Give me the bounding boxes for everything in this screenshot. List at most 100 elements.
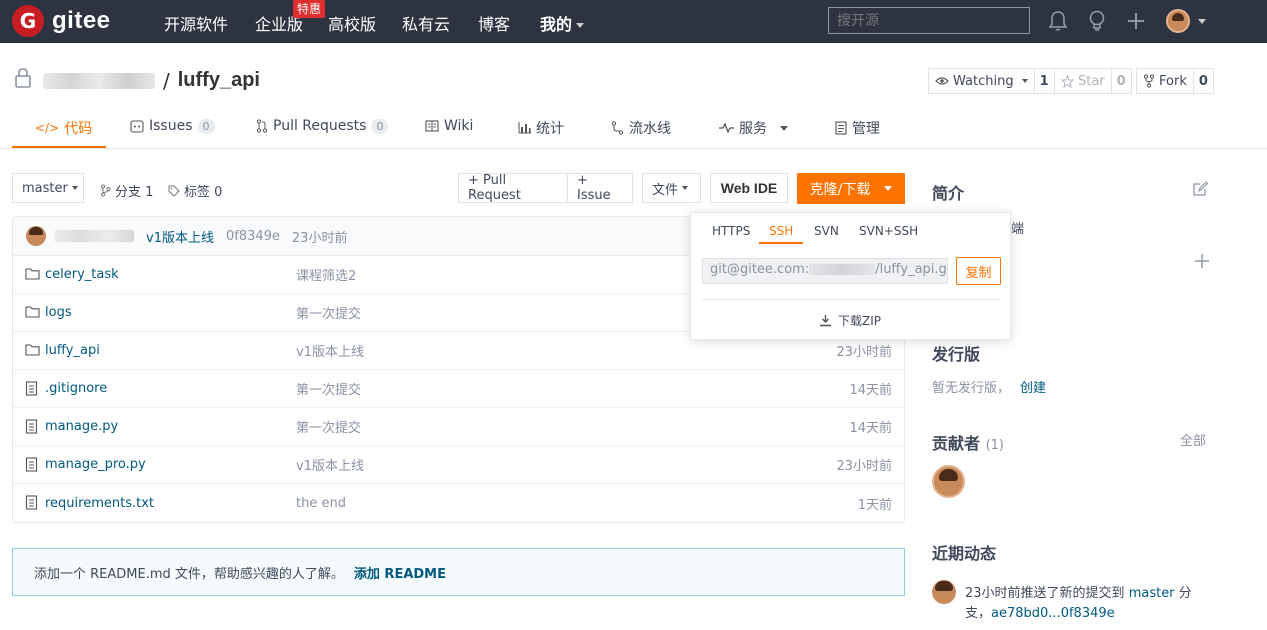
file-commit-message[interactable]: 第一次提交 <box>296 417 361 436</box>
chevron-down-icon <box>1021 79 1028 83</box>
file-commit-message[interactable]: v1版本上线 <box>296 455 364 474</box>
tab-pipeline-label: 流水线 <box>629 121 671 137</box>
nav-mine[interactable]: 我的 <box>540 11 585 35</box>
nav-blog[interactable]: 博客 <box>478 11 510 35</box>
lightbulb-icon[interactable] <box>1087 10 1107 36</box>
activity-branch-suffix: 分 <box>1178 586 1192 601</box>
avatar[interactable] <box>932 580 956 604</box>
nav-private-cloud[interactable]: 私有云 <box>402 11 450 35</box>
file-menu-button[interactable]: 文件 <box>642 173 701 203</box>
chevron-down-icon[interactable] <box>1198 19 1206 24</box>
nav-education[interactable]: 高校版 <box>328 11 376 35</box>
search-input[interactable] <box>828 7 1030 34</box>
tab-services-label: 服务 <box>739 121 767 137</box>
file-commit-message[interactable]: 第一次提交 <box>296 379 361 398</box>
watch-button[interactable]: Watching 1 <box>928 68 1055 94</box>
file-commit-message[interactable]: v1版本上线 <box>296 341 364 360</box>
table-row[interactable]: manage_pro.py v1版本上线 23小时前 <box>13 446 904 484</box>
edit-icon[interactable] <box>1193 181 1209 200</box>
tab-pipeline[interactable]: 流水线 <box>611 118 671 138</box>
no-releases-text: 暂无发行版， <box>932 381 1011 396</box>
clone-tab-https[interactable]: HTTPS <box>712 224 750 238</box>
gitee-logo[interactable]: G gitee <box>12 5 111 37</box>
tab-issues[interactable]: Issues 0 <box>130 118 215 134</box>
manage-icon <box>835 121 847 135</box>
file-name[interactable]: manage_pro.py <box>45 457 146 472</box>
tab-code-label: 代码 <box>64 121 93 137</box>
file-icon <box>25 495 38 510</box>
table-row[interactable]: manage.py 第一次提交 14天前 <box>13 408 904 446</box>
gitee-logo-text: gitee <box>52 7 111 34</box>
tab-manage-label: 管理 <box>852 121 880 137</box>
new-issue-button[interactable]: + Issue <box>567 173 633 203</box>
plus-icon[interactable] <box>1195 254 1209 272</box>
file-name[interactable]: manage.py <box>45 419 118 434</box>
repo-owner-redacted[interactable] <box>43 72 155 89</box>
tab-manage[interactable]: 管理 <box>835 118 880 138</box>
activity-commits-link[interactable]: ae78bd0...0f8349e <box>991 606 1115 621</box>
file-commit-message[interactable]: 课程筛选2 <box>296 265 356 284</box>
file-name[interactable]: logs <box>45 305 72 320</box>
plus-icon[interactable] <box>1126 10 1146 36</box>
bell-icon[interactable] <box>1048 10 1068 36</box>
star-button[interactable]: Star 0 <box>1054 68 1132 94</box>
branch-select[interactable]: master <box>12 173 84 203</box>
file-time: 23小时前 <box>836 459 892 474</box>
file-commit-message[interactable]: 第一次提交 <box>296 303 361 322</box>
tab-code[interactable]: </> 代码 <box>35 118 92 138</box>
file-icon <box>25 457 38 472</box>
star-count[interactable]: 0 <box>1110 69 1131 93</box>
download-zip-button[interactable]: 下载ZIP <box>819 312 881 329</box>
promo-badge: 特惠 <box>293 0 326 18</box>
web-ide-button[interactable]: Web IDE <box>710 173 788 203</box>
clone-tab-svn[interactable]: SVN <box>814 224 839 238</box>
issues-count: 0 <box>197 118 215 134</box>
tab-wiki[interactable]: Wiki <box>425 118 473 134</box>
tab-pull-requests[interactable]: Pull Requests 0 <box>256 118 389 134</box>
file-commit-message[interactable]: the end <box>296 496 346 511</box>
commit-hash[interactable]: 0f8349e <box>226 229 280 244</box>
create-release-link[interactable]: 创建 <box>1020 377 1046 396</box>
clone-download-button[interactable]: 克隆/下载 <box>797 173 905 204</box>
file-name[interactable]: .gitignore <box>45 381 107 396</box>
fork-count[interactable]: 0 <box>1192 69 1213 93</box>
table-row[interactable]: .gitignore 第一次提交 14天前 <box>13 370 904 408</box>
chevron-down-icon <box>780 125 788 131</box>
folder-icon <box>25 268 40 280</box>
tags-link[interactable]: 标签 0 <box>168 181 222 200</box>
copy-button[interactable]: 复制 <box>956 257 1001 285</box>
clone-url-field[interactable]: git@gitee.com: /luffy_api.g <box>702 258 948 284</box>
star-label: Star <box>1078 73 1105 89</box>
clone-dropdown: HTTPS SSH SVN SVN+SSH git@gitee.com: /luf… <box>690 212 1011 340</box>
fork-button[interactable]: Fork 0 <box>1136 68 1214 94</box>
recent-activity-title: 近期动态 <box>932 544 997 563</box>
avatar[interactable] <box>26 226 46 246</box>
file-time: 14天前 <box>849 421 892 436</box>
file-name[interactable]: celery_task <box>45 267 119 282</box>
repo-name[interactable]: luffy_api <box>178 69 260 92</box>
add-readme-link[interactable]: 添加 README <box>354 563 446 582</box>
nav-open-source[interactable]: 开源软件 <box>164 11 228 35</box>
tab-services[interactable]: 服务 <box>719 118 788 138</box>
avatar[interactable] <box>932 465 965 498</box>
all-contributors-link[interactable]: 全部 <box>1180 430 1206 449</box>
file-name[interactable]: luffy_api <box>45 343 100 358</box>
commit-message[interactable]: v1版本上线 <box>146 227 214 246</box>
watch-count[interactable]: 1 <box>1033 69 1054 93</box>
user-avatar[interactable] <box>1166 9 1190 33</box>
file-name[interactable]: requirements.txt <box>45 496 154 511</box>
contributors-title-label: 贡献者 <box>932 434 981 453</box>
commit-author-redacted[interactable] <box>54 230 134 242</box>
activity-branch-link[interactable]: master <box>1129 586 1175 601</box>
chart-icon <box>518 122 531 134</box>
activity-item: 23小时前推送了新的提交到 master 分 支，ae78bd0...0f834… <box>965 584 1205 624</box>
gitee-logo-icon: G <box>12 5 44 37</box>
clone-url-suffix: /luffy_api.g <box>875 262 947 277</box>
clone-tab-ssh[interactable]: SSH <box>769 224 793 238</box>
table-row[interactable]: requirements.txt the end 1天前 <box>13 484 904 522</box>
tab-stats[interactable]: 统计 <box>518 118 564 138</box>
branches-link[interactable]: 分支 1 <box>100 181 153 200</box>
clone-tab-indicator <box>759 242 803 244</box>
new-pull-request-button[interactable]: + Pull Request <box>458 173 568 203</box>
clone-tab-svn-ssh[interactable]: SVN+SSH <box>859 224 918 238</box>
